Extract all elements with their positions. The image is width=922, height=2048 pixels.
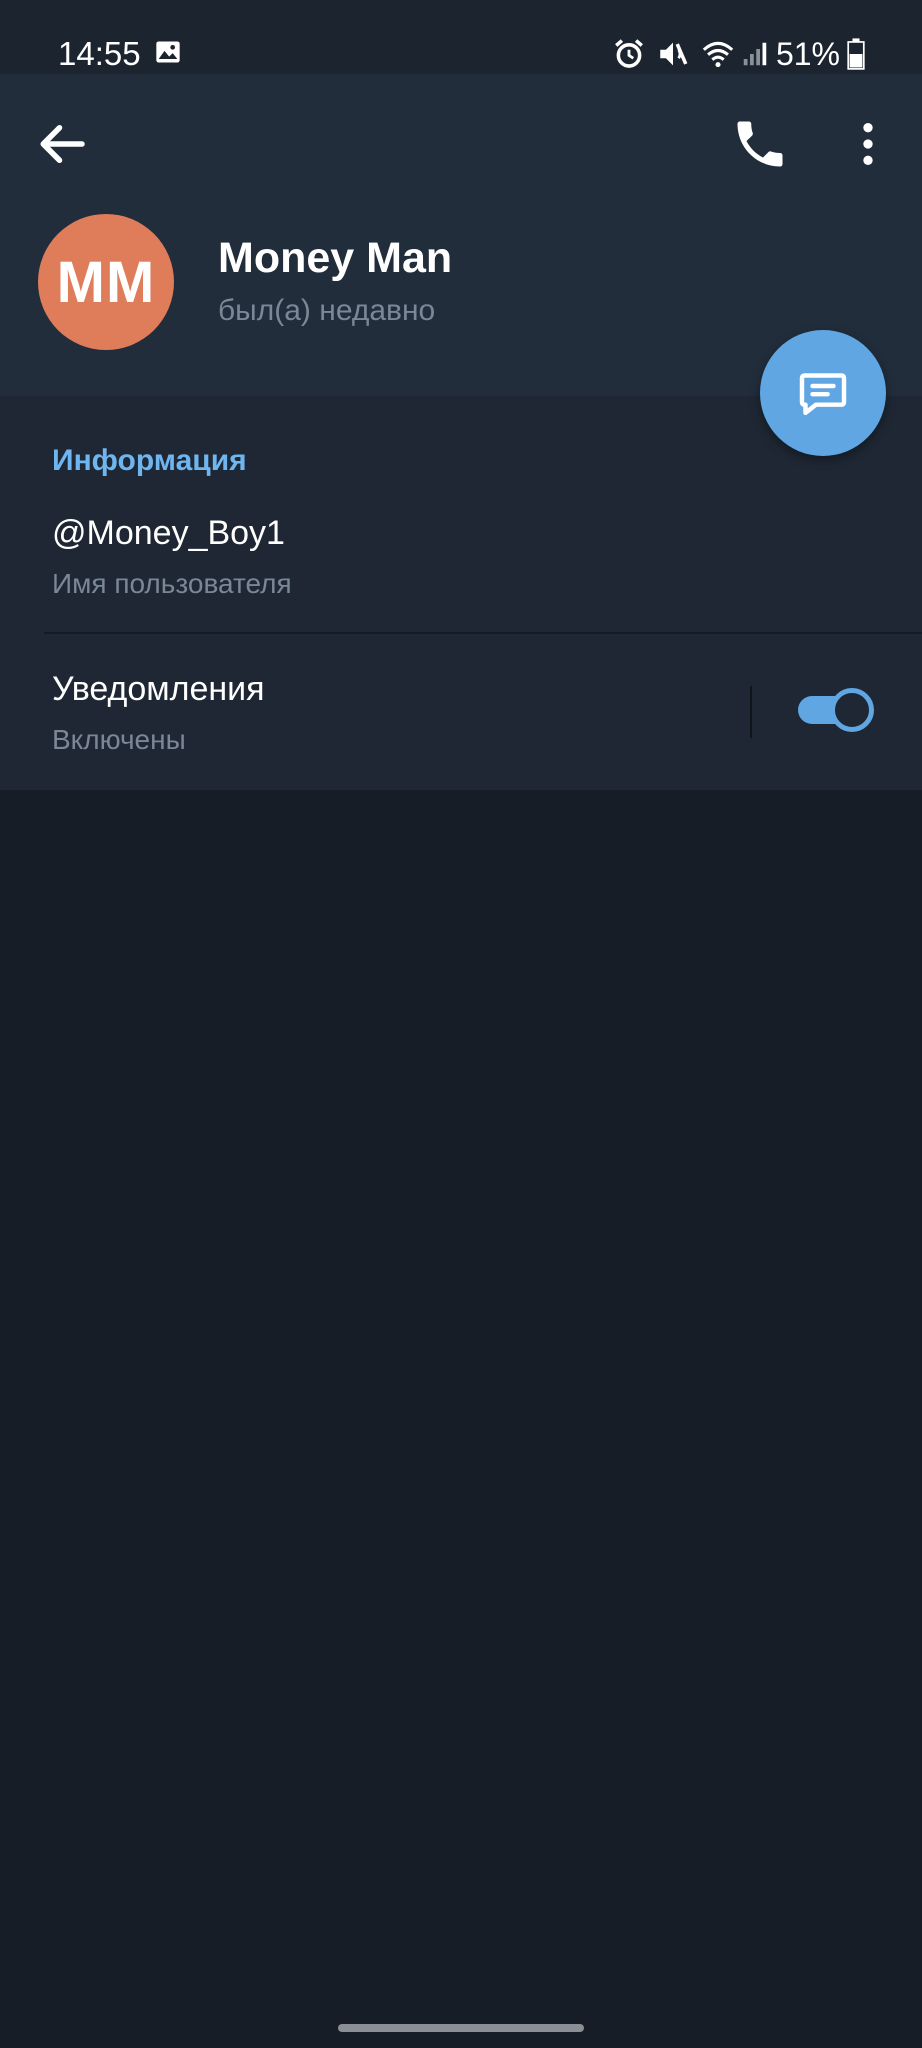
arrow-left-icon (40, 125, 85, 163)
toggle-knob (830, 688, 874, 732)
mute-icon (660, 42, 688, 66)
signal-icon (743, 42, 767, 66)
username-value: @Money_Boy1 (52, 514, 285, 552)
section-title-info: Информация (52, 444, 247, 477)
alarm-icon (615, 39, 643, 68)
info-section: Информация @Money_Boy1 Имя пользователя … (0, 396, 922, 790)
status-bar: 14:55 51% (0, 0, 922, 74)
profile-last-seen: был(а) недавно (218, 294, 436, 327)
vertical-divider (750, 686, 752, 738)
battery-icon (847, 38, 865, 70)
status-icons: 51% (612, 34, 866, 74)
gallery-icon (156, 41, 180, 63)
more-options-button[interactable] (840, 114, 896, 174)
notifications-status: Включены (52, 724, 186, 755)
avatar[interactable]: MM (38, 214, 174, 350)
more-vertical-icon (863, 123, 873, 165)
phone-icon (737, 121, 783, 167)
send-message-button[interactable] (760, 330, 886, 456)
divider (44, 632, 922, 634)
battery-percent: 51% (775, 35, 840, 72)
notifications-title: Уведомления (52, 670, 265, 708)
back-button[interactable] (32, 114, 92, 174)
status-time: 14:55 (58, 35, 141, 72)
profile-name: Money Man (218, 234, 453, 282)
wifi-icon (702, 41, 734, 68)
message-icon (799, 373, 847, 416)
call-button[interactable] (730, 114, 790, 174)
home-indicator[interactable] (338, 2024, 584, 2032)
notifications-toggle[interactable] (796, 688, 874, 732)
username-label: Имя пользователя (52, 568, 292, 599)
